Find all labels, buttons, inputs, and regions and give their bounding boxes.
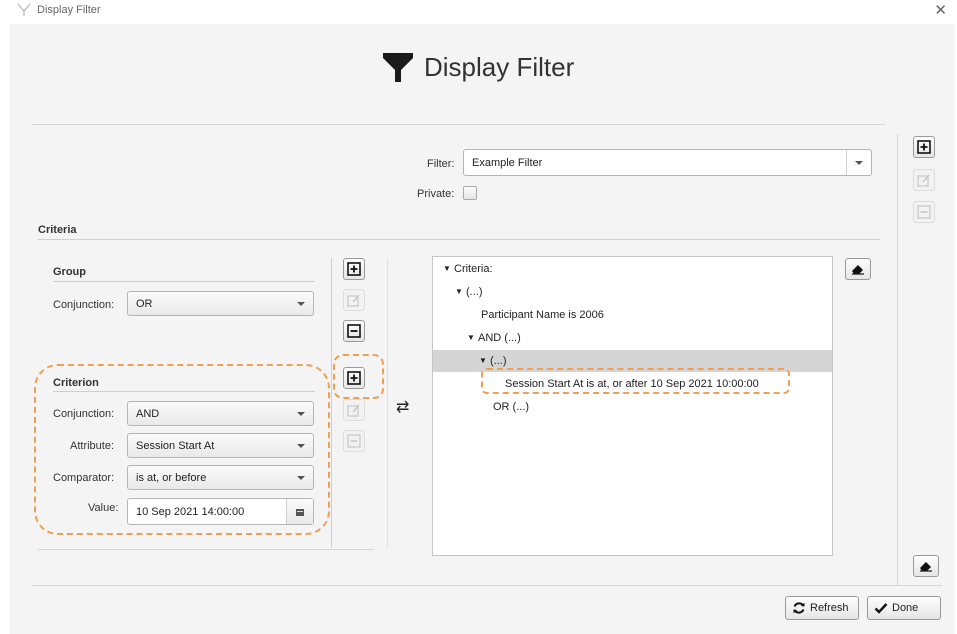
clear-tree-button[interactable] [845,258,871,280]
dialog-header: Display Filter [380,47,574,87]
refresh-button[interactable]: Refresh [785,596,859,620]
tree-row-label: OR (...) [493,401,530,413]
tree-row-label: AND (...) [478,332,521,344]
edit-icon [347,294,360,307]
tree-row[interactable]: ▼ Criteria: [433,258,832,280]
group-divider [53,281,315,282]
minus-box-icon [347,324,361,338]
add-criterion-highlight [333,354,384,399]
expand-arrow-icon[interactable]: ▼ [455,281,463,303]
filter-label: Filter: [427,158,455,170]
edit-group-button[interactable] [343,289,365,311]
done-button[interactable]: Done [867,596,941,620]
title-bar: Display Filter ✕ [0,0,957,24]
group-conjunction-label: Conjunction: [53,299,115,311]
app-filter-icon [17,3,31,16]
plus-box-icon [917,140,931,154]
criteria-divider [38,239,880,240]
filter-select-value: Example Filter [472,157,543,169]
editor-divider [331,258,332,548]
chevron-down-icon [855,161,863,165]
group-conjunction-select[interactable]: OR [127,291,314,316]
tree-row[interactable]: Participant Name is 2006 [433,304,832,326]
tree-row-label: Criteria: [454,263,493,275]
filter-select[interactable]: Example Filter [463,149,872,176]
group-title: Group [53,266,86,278]
tree-item-highlight [481,368,790,394]
checkmark-icon [874,603,888,614]
private-checkbox[interactable] [463,186,477,200]
criterion-highlight [34,364,330,535]
swap-column-divider [387,258,388,548]
header-divider [32,124,885,125]
eraser-icon [852,265,864,275]
group-conjunction-value: OR [136,298,153,310]
tree-row[interactable]: ▼ (...) [433,281,832,303]
minus-box-icon [917,205,931,219]
remove-filter-button[interactable] [913,201,935,223]
display-filter-window: Display Filter ✕ Display Filter Filter: … [0,0,957,634]
remove-criterion-button[interactable] [343,430,365,452]
remove-group-button[interactable] [343,320,365,342]
minus-box-icon [347,434,361,448]
swap-icon[interactable]: ⇄ [396,397,409,417]
criteria-tree[interactable]: ▼ Criteria: ▼ (...) Participant Name is 2006… [432,256,833,556]
plus-box-icon [347,262,361,276]
eraser-icon [920,562,932,572]
tree-row[interactable]: ▼ AND (...) [433,327,832,349]
close-icon[interactable]: ✕ [934,1,947,19]
right-column-divider [897,134,898,586]
clear-all-button[interactable] [913,555,939,577]
tree-row-label: (...) [466,286,483,298]
edit-icon [347,404,360,417]
edit-filter-button[interactable] [913,169,935,191]
footer-divider [32,585,942,586]
expand-arrow-icon[interactable]: ▼ [467,327,475,349]
edit-criterion-button[interactable] [343,399,365,421]
page-title: Display Filter [424,51,575,82]
criteria-section-title: Criteria [38,224,77,236]
tree-row-label: Participant Name is 2006 [481,309,604,321]
private-label: Private: [417,188,455,200]
edit-icon [917,174,930,187]
chevron-down-icon [297,302,305,306]
tree-row[interactable]: OR (...) [433,396,832,418]
editor-bottom-divider [38,549,374,550]
refresh-icon [793,602,805,614]
add-group-button[interactable] [343,258,365,280]
add-filter-button[interactable] [913,136,935,158]
window-title: Display Filter [37,4,101,16]
filter-icon [383,53,413,82]
expand-arrow-icon[interactable]: ▼ [443,258,451,280]
refresh-label: Refresh [810,602,849,614]
done-label: Done [892,602,919,614]
